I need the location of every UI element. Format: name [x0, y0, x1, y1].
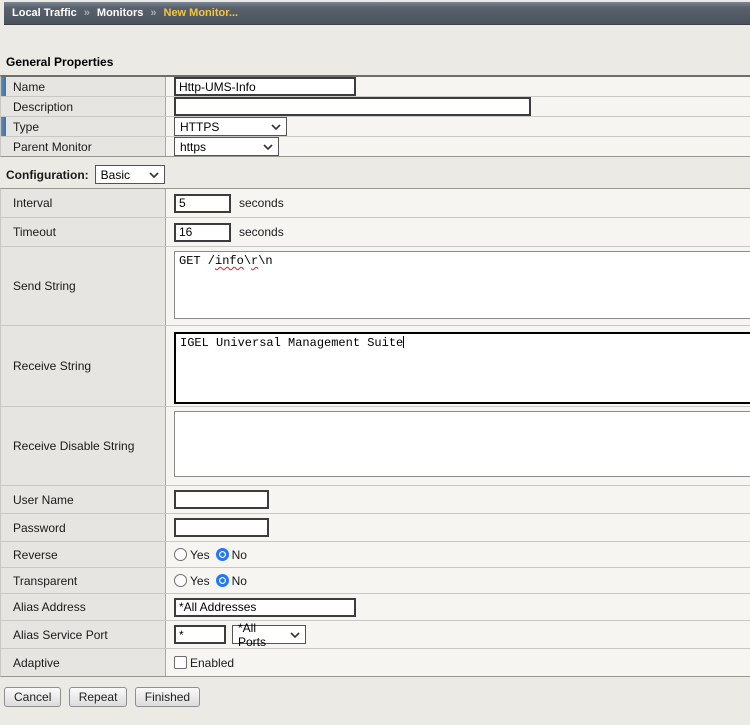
receive-string-label: Receive String [13, 359, 91, 373]
breadcrumb: Local Traffic » Monitors » New Monitor..… [4, 2, 750, 25]
reverse-label: Reverse [13, 548, 58, 562]
alias-service-port-label: Alias Service Port [13, 628, 108, 642]
transparent-label: Transparent [13, 574, 77, 588]
receive-disable-string-textarea[interactable] [174, 411, 750, 477]
transparent-row: Transparent Yes No [1, 568, 750, 594]
user-name-input[interactable] [174, 490, 269, 509]
parent-monitor-row: Parent Monitor https [1, 137, 750, 156]
general-properties-heading: General Properties [6, 55, 750, 69]
description-label: Description [13, 100, 73, 114]
password-input[interactable] [174, 518, 269, 537]
repeat-button[interactable]: Repeat [69, 687, 128, 707]
breadcrumb-current-page: New Monitor... [164, 7, 239, 19]
alias-address-label: Alias Address [13, 600, 86, 614]
configuration-mode-select[interactable]: Basic [95, 165, 165, 184]
breadcrumb-separator: » [150, 7, 156, 19]
transparent-no-label: No [232, 574, 247, 588]
send-string-textarea[interactable]: GET /info\r\n [174, 251, 750, 319]
breadcrumb-item-local-traffic[interactable]: Local Traffic [12, 7, 77, 19]
alias-address-row: Alias Address [1, 594, 750, 621]
alias-service-port-input[interactable] [174, 625, 226, 644]
send-string-row: Send String GET /info\r\n [1, 247, 750, 326]
timeout-input[interactable] [174, 223, 231, 242]
reverse-no-label: No [232, 548, 247, 562]
interval-unit: seconds [239, 196, 284, 210]
timeout-label: Timeout [13, 225, 56, 239]
configuration-label: Configuration: [6, 168, 89, 182]
adaptive-row: Adaptive Enabled [1, 649, 750, 676]
parent-monitor-label: Parent Monitor [13, 140, 92, 154]
chevron-down-icon [149, 172, 159, 178]
type-label: Type [13, 120, 39, 134]
password-row: Password [1, 514, 750, 542]
receive-disable-string-label: Receive Disable String [13, 439, 134, 453]
reverse-yes-label: Yes [190, 548, 210, 562]
user-name-label: User Name [13, 493, 74, 507]
cancel-button[interactable]: Cancel [4, 687, 61, 707]
configuration-mode-line: Configuration: Basic [6, 165, 750, 184]
parent-monitor-select[interactable]: https [174, 137, 279, 156]
reverse-row: Reverse Yes No [1, 542, 750, 568]
adaptive-label: Adaptive [13, 656, 60, 670]
timeout-row: Timeout seconds [1, 218, 750, 247]
name-input[interactable] [174, 77, 356, 96]
receive-disable-string-row: Receive Disable String [1, 407, 750, 486]
chevron-down-icon [290, 632, 300, 638]
receive-string-textarea[interactable]: IGEL Universal Management Suite [174, 332, 750, 404]
alias-address-input[interactable] [174, 598, 356, 617]
adaptive-enabled-checkbox[interactable] [174, 656, 187, 669]
type-row: Type HTTPS [1, 117, 750, 137]
interval-row: Interval seconds [1, 189, 750, 218]
breadcrumb-separator: » [84, 7, 90, 19]
transparent-no-radio[interactable] [216, 574, 229, 587]
receive-string-row: Receive String IGEL Universal Management… [1, 326, 750, 407]
interval-input[interactable] [174, 194, 231, 213]
general-properties-table: Name Description Type HTTPS Parent Monit… [0, 75, 750, 157]
text-caret [403, 336, 404, 348]
type-select[interactable]: HTTPS [174, 117, 287, 136]
reverse-no-radio[interactable] [216, 548, 229, 561]
breadcrumb-item-monitors[interactable]: Monitors [97, 7, 143, 19]
adaptive-enabled-label: Enabled [190, 656, 234, 670]
user-name-row: User Name [1, 486, 750, 514]
chevron-down-icon [271, 124, 281, 130]
configuration-table: Interval seconds Timeout seconds Send St… [0, 188, 750, 677]
transparent-yes-radio[interactable] [174, 574, 187, 587]
chevron-down-icon [263, 144, 273, 150]
alias-service-port-row: Alias Service Port *All Ports [1, 621, 750, 649]
send-string-label: Send String [13, 279, 76, 293]
name-row: Name [1, 77, 750, 97]
timeout-unit: seconds [239, 225, 284, 239]
description-row: Description [1, 97, 750, 117]
description-input[interactable] [174, 97, 531, 116]
alias-service-port-select[interactable]: *All Ports [232, 625, 306, 644]
footer-button-row: Cancel Repeat Finished [4, 687, 750, 707]
password-label: Password [13, 521, 66, 535]
reverse-yes-radio[interactable] [174, 548, 187, 561]
name-label: Name [13, 80, 45, 94]
finished-button[interactable]: Finished [135, 687, 200, 707]
transparent-yes-label: Yes [190, 574, 210, 588]
interval-label: Interval [13, 196, 52, 210]
